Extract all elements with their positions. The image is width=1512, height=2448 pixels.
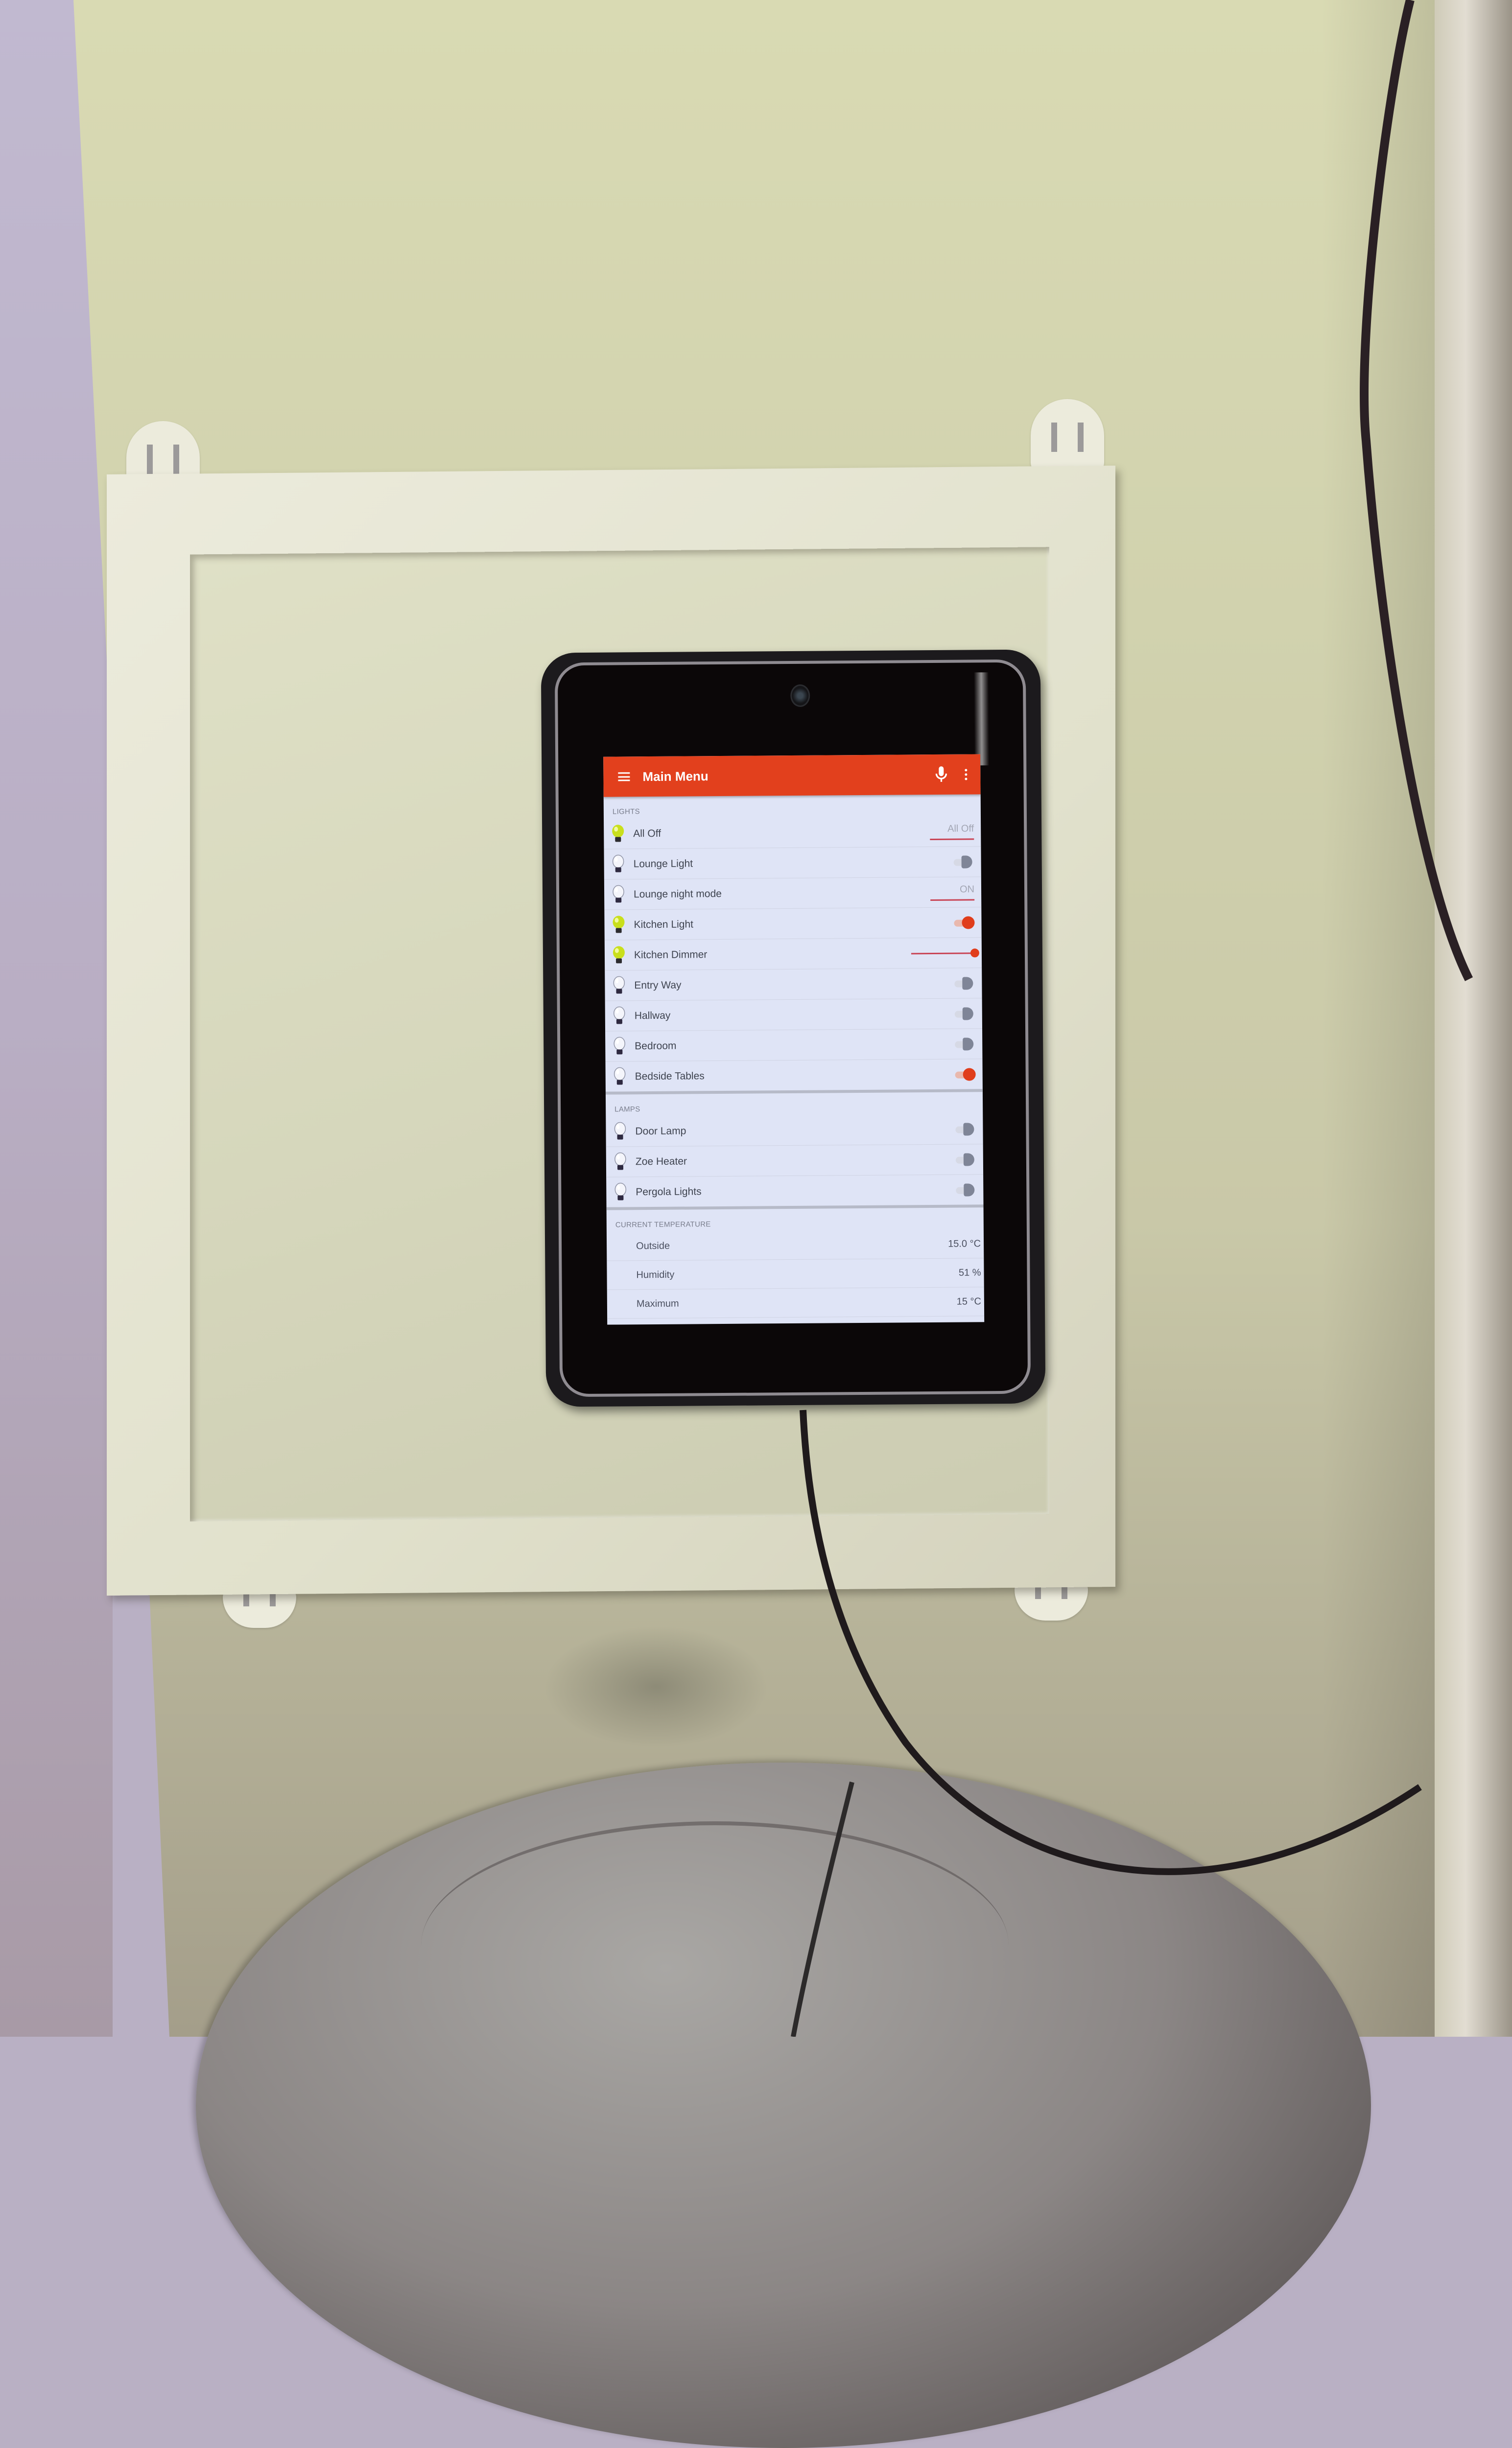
list-item[interactable]: Bedroom	[605, 1029, 982, 1061]
bulb-off-icon	[613, 1067, 627, 1086]
item-label: Bedside Tables	[635, 1068, 952, 1083]
toggle-switch[interactable]	[952, 1122, 976, 1136]
switch-thumb[interactable]	[963, 1068, 976, 1081]
list-item[interactable]: Bedside Tables	[605, 1059, 982, 1091]
bulb-on-icon	[611, 824, 625, 844]
hamburger-menu-icon[interactable]	[618, 772, 630, 781]
section-lights: LIGHTS All OffAll Off Lounge Light Loung…	[604, 794, 983, 1094]
selector-value[interactable]: All Off	[930, 823, 974, 840]
list-item[interactable]: Hallway	[605, 998, 982, 1031]
selector-value[interactable]: ON	[930, 884, 974, 901]
bulb-off-icon	[613, 1182, 628, 1202]
list-item[interactable]: Lounge night modeON	[604, 877, 981, 910]
bulb-off-icon	[613, 1122, 627, 1141]
slider-rail	[911, 952, 975, 954]
list-item[interactable]: Pergola Lights	[606, 1175, 983, 1207]
temperature-row: Humidity51 %	[607, 1258, 984, 1290]
temperature-value: 15.0 °C	[948, 1238, 981, 1249]
toggle-switch[interactable]	[952, 1067, 976, 1082]
page-title: Main Menu	[642, 767, 931, 784]
bulb-on-icon	[611, 915, 626, 935]
bulb-off-icon	[612, 1036, 627, 1056]
adhesive-hook	[1031, 399, 1104, 472]
switch-thumb[interactable]	[962, 916, 974, 929]
item-label: Door Lamp	[635, 1123, 952, 1137]
switch-thumb[interactable]	[962, 977, 973, 989]
list-item[interactable]: Door Lamp	[606, 1114, 983, 1147]
toggle-switch[interactable]	[951, 976, 975, 990]
item-label: Zoe Heater	[636, 1153, 953, 1168]
microphone-icon[interactable]	[931, 765, 951, 784]
section-header: LAMPS	[606, 1092, 983, 1116]
temperature-value: 51 %	[959, 1267, 981, 1278]
more-vert-icon[interactable]	[961, 769, 970, 780]
bulb-on-icon	[612, 945, 626, 965]
toggle-switch[interactable]	[952, 1006, 975, 1021]
list-item[interactable]: Zoe Heater	[606, 1144, 983, 1177]
app-bar: Main Menu	[603, 754, 981, 797]
item-label: Lounge Light	[634, 856, 951, 870]
switch-thumb[interactable]	[964, 1183, 974, 1196]
temperature-row: Outside15.0 °C	[607, 1229, 984, 1261]
switch-thumb[interactable]	[963, 1037, 973, 1050]
bulb-off-icon	[612, 1006, 627, 1026]
background-column	[1435, 0, 1512, 2037]
app-screen: Main Menu LIGHTS All OffAll Off Lounge L…	[603, 754, 984, 1324]
item-label: Entry Way	[634, 977, 951, 991]
section-header: LIGHTS	[604, 794, 981, 819]
toggle-switch[interactable]	[951, 915, 974, 930]
list-item[interactable]: All OffAll Off	[604, 816, 981, 849]
list-item[interactable]: Kitchen Light	[604, 907, 981, 940]
switch-thumb[interactable]	[962, 855, 972, 868]
basin-rim	[421, 1821, 1009, 2070]
toggle-switch[interactable]	[953, 1152, 976, 1167]
wall-stain	[543, 1625, 769, 1748]
temperature-label: Humidity	[636, 1267, 959, 1281]
dimmer-slider[interactable]	[911, 947, 975, 959]
screen-glare	[974, 672, 989, 765]
section-header: CURRENT TEMPERATURE	[607, 1207, 984, 1232]
item-label: All Off	[633, 826, 930, 840]
item-label: Kitchen Light	[634, 917, 951, 931]
temperature-label: Outside	[636, 1238, 948, 1251]
toggle-switch[interactable]	[953, 1182, 976, 1197]
bulb-off-icon	[611, 854, 626, 874]
item-label: Lounge night mode	[634, 887, 930, 900]
toggle-switch[interactable]	[951, 854, 974, 869]
temperature-label: Maximum	[637, 1296, 957, 1310]
bulb-off-icon	[612, 976, 626, 995]
list-item[interactable]: Entry Way	[605, 968, 982, 1001]
toggle-switch[interactable]	[952, 1036, 975, 1051]
item-label: Pergola Lights	[636, 1184, 953, 1198]
switch-thumb[interactable]	[963, 1123, 974, 1135]
list-item[interactable]: Kitchen Dimmer	[605, 938, 982, 970]
item-label: Kitchen Dimmer	[634, 947, 911, 961]
tablet: Main Menu LIGHTS All OffAll Off Lounge L…	[555, 659, 1031, 1397]
switch-thumb[interactable]	[963, 1007, 973, 1020]
list-item[interactable]: Lounge Light	[604, 847, 981, 879]
switch-thumb[interactable]	[964, 1153, 974, 1166]
tablet-case: Main Menu LIGHTS All OffAll Off Lounge L…	[541, 649, 1046, 1407]
slider-knob[interactable]	[970, 948, 979, 957]
item-label: Hallway	[635, 1008, 952, 1022]
bulb-off-icon	[611, 885, 626, 904]
temperature-value: 15 °C	[957, 1296, 981, 1307]
bulb-off-icon	[613, 1152, 628, 1172]
section-lamps: LAMPS Door Lamp Zoe Heater Pergola Light…	[606, 1092, 984, 1210]
temperature-section: CURRENT TEMPERATURE Outside15.0 °CHumidi…	[607, 1207, 985, 1318]
front-camera	[790, 684, 810, 707]
temperature-row: Maximum15 °C	[607, 1287, 984, 1318]
wall-shadow	[1322, 0, 1444, 2037]
item-label: Bedroom	[635, 1038, 952, 1052]
